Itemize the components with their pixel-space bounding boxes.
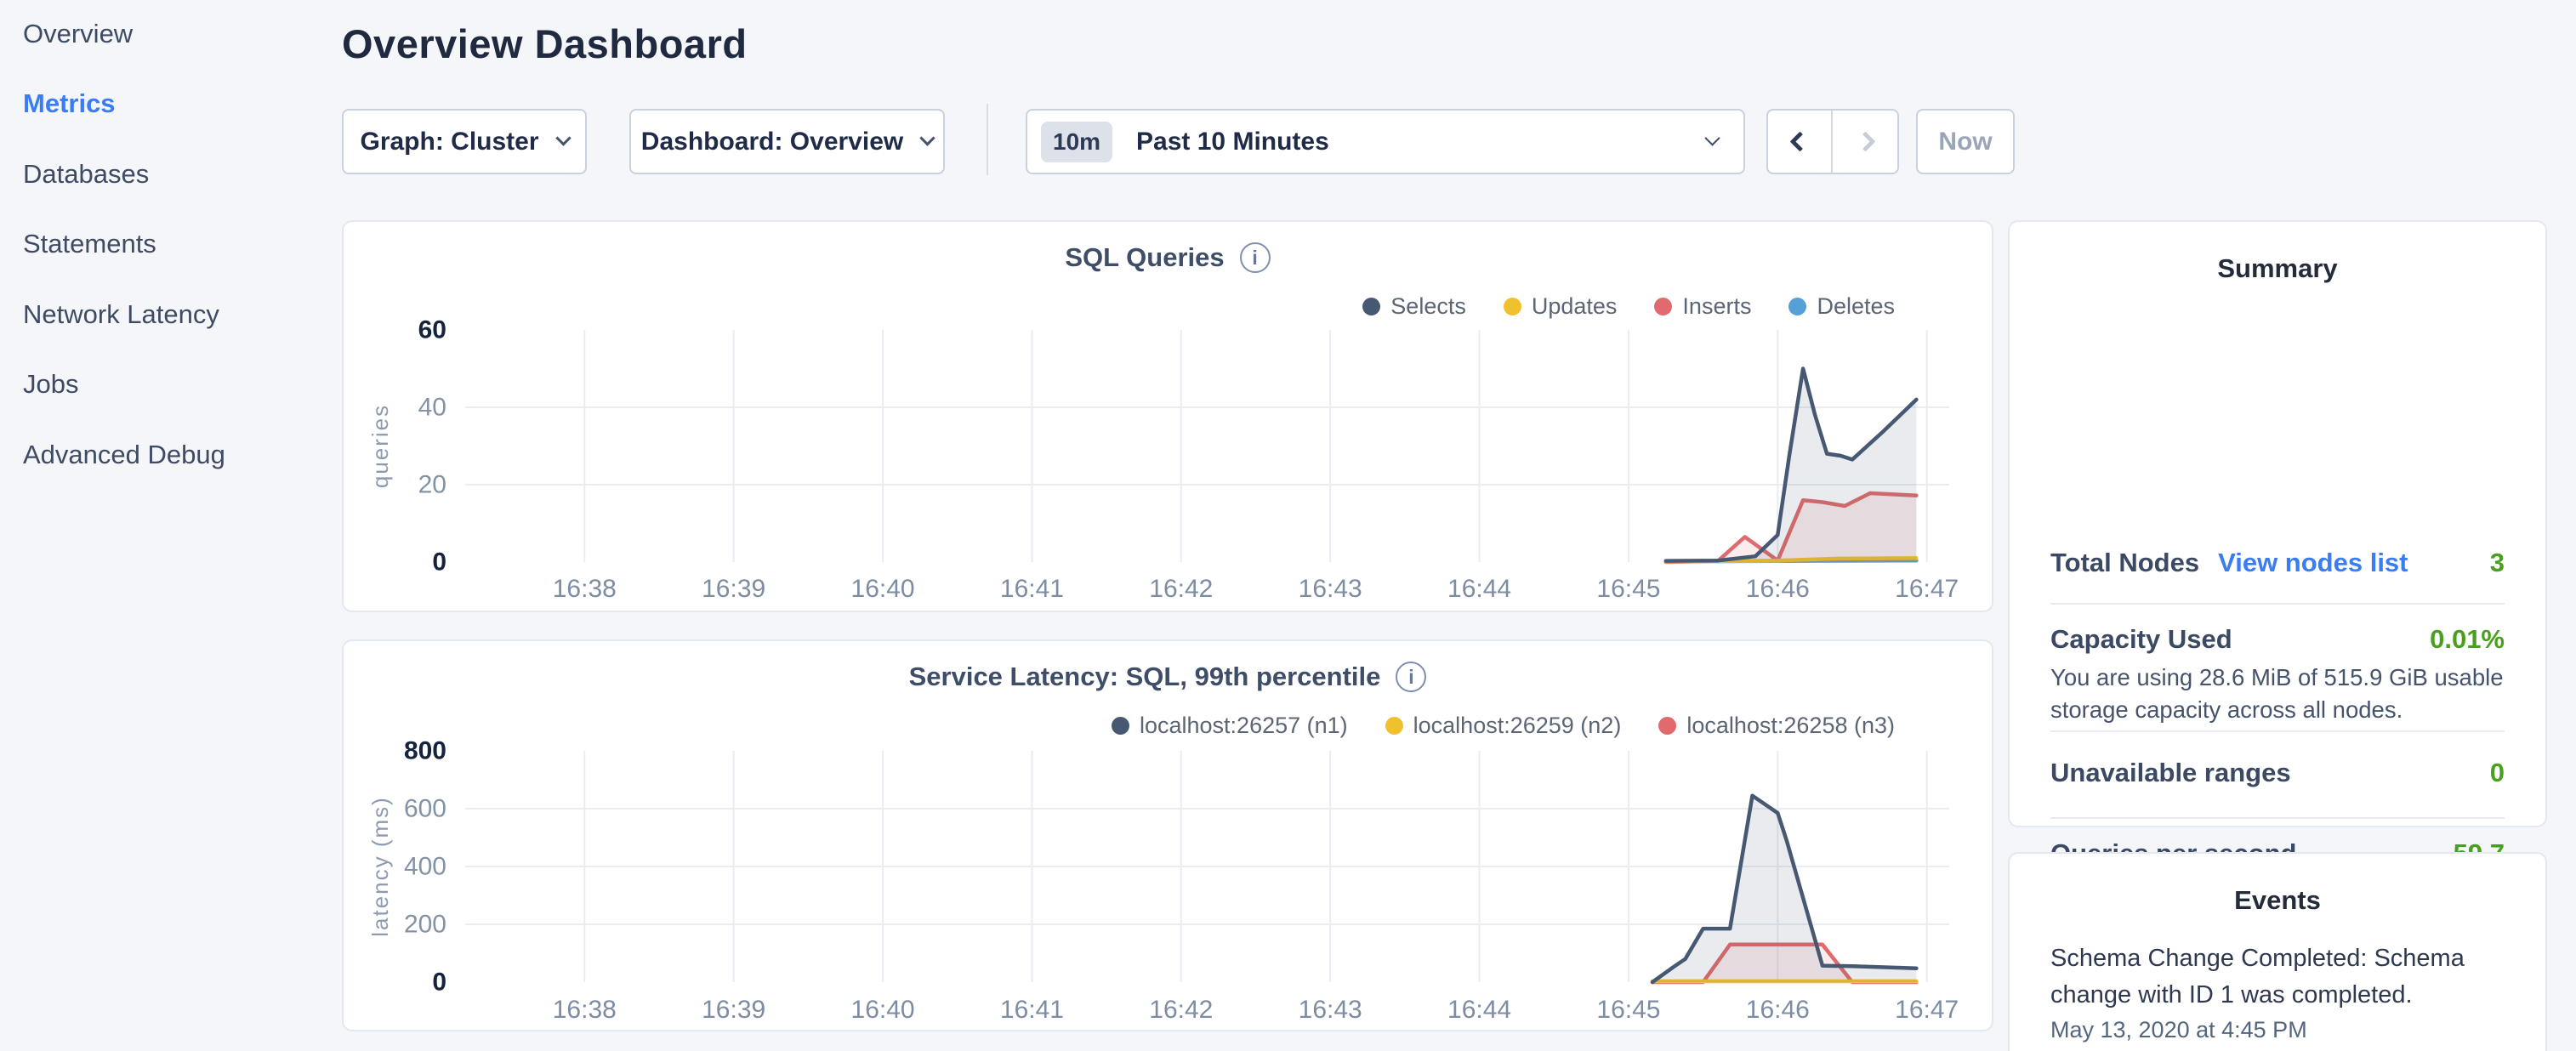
- svg-text:40: 40: [418, 394, 446, 422]
- svg-text:16:47: 16:47: [1895, 996, 1959, 1024]
- sql-queries-chart-card: SQL Queries i Selects Updates Inserts De…: [342, 220, 1993, 612]
- view-nodes-list-link[interactable]: View nodes list: [2218, 548, 2408, 578]
- svg-text:0: 0: [432, 969, 446, 997]
- svg-text:16:42: 16:42: [1149, 575, 1213, 603]
- dashboard-dropdown-label: Dashboard: Overview: [641, 128, 903, 156]
- svg-text:600: 600: [404, 795, 446, 823]
- summary-value: 0: [2490, 758, 2505, 788]
- event-message[interactable]: Schema Change Completed: Schema change w…: [2050, 940, 2508, 1014]
- summary-title: Summary: [2010, 253, 2545, 284]
- summary-row-capacity-used: Capacity Used 0.01%: [2050, 624, 2505, 655]
- svg-text:16:44: 16:44: [1447, 575, 1511, 603]
- svg-text:16:39: 16:39: [702, 996, 765, 1024]
- sidebar-item-statements[interactable]: Statements: [23, 225, 156, 263]
- sidebar: Overview Metrics Databases Statements Ne…: [0, 0, 340, 1051]
- event-timestamp: May 13, 2020 at 4:45 PM: [2050, 1017, 2307, 1043]
- svg-text:16:40: 16:40: [851, 575, 915, 603]
- svg-text:20: 20: [418, 471, 446, 499]
- svg-text:queries: queries: [367, 404, 393, 488]
- time-step-buttons: [1766, 109, 1899, 174]
- svg-text:16:43: 16:43: [1299, 996, 1362, 1024]
- svg-text:200: 200: [404, 911, 446, 939]
- divider: [2050, 603, 2505, 605]
- events-title: Events: [2010, 885, 2545, 916]
- svg-text:16:38: 16:38: [553, 575, 617, 603]
- dashboard-dropdown[interactable]: Dashboard: Overview: [629, 109, 945, 174]
- sidebar-item-advanced-debug[interactable]: Advanced Debug: [23, 436, 225, 474]
- controls-divider: [987, 104, 988, 175]
- overview-dashboard-page: { "sidebar": { "items": [ { "label": "Ov…: [0, 0, 2576, 1051]
- svg-text:0: 0: [432, 548, 446, 577]
- now-button-label: Now: [1938, 128, 1992, 156]
- chevron-left-icon: [1789, 131, 1810, 151]
- divider: [2050, 730, 2505, 732]
- summary-row-unavailable-ranges: Unavailable ranges 0: [2050, 758, 2505, 788]
- summary-label: Unavailable ranges: [2050, 758, 2291, 788]
- svg-text:16:40: 16:40: [851, 996, 915, 1024]
- sidebar-item-jobs[interactable]: Jobs: [23, 366, 78, 403]
- next-time-button[interactable]: [1833, 111, 1897, 173]
- previous-time-button[interactable]: [1768, 111, 1833, 173]
- svg-text:16:41: 16:41: [1000, 996, 1064, 1024]
- summary-panel: Summary Total Nodes View nodes list 3 Ca…: [2008, 220, 2547, 827]
- svg-text:latency (ms): latency (ms): [367, 796, 393, 937]
- sidebar-item-network-latency[interactable]: Network Latency: [23, 296, 219, 333]
- sidebar-item-metrics[interactable]: Metrics: [23, 85, 116, 122]
- svg-text:16:43: 16:43: [1299, 575, 1362, 603]
- service-latency-plot[interactable]: 0 200 400 600 800 16:38 16:39 16:40 16:41 16:42 16…: [344, 641, 1992, 1030]
- time-range-label: Past 10 Minutes: [1136, 128, 1329, 156]
- svg-text:16:47: 16:47: [1895, 575, 1959, 603]
- time-range-badge: 10m: [1041, 122, 1112, 162]
- chevron-down-icon: [920, 130, 935, 145]
- summary-label: Total Nodes: [2050, 548, 2199, 578]
- sidebar-item-databases[interactable]: Databases: [23, 156, 149, 193]
- svg-text:800: 800: [404, 737, 446, 765]
- svg-text:16:45: 16:45: [1596, 996, 1660, 1024]
- graph-scope-dropdown-label: Graph: Cluster: [360, 128, 538, 156]
- time-range-selector[interactable]: 10m Past 10 Minutes: [1026, 109, 1745, 174]
- chevron-right-icon: [1855, 131, 1875, 151]
- chevron-down-icon: [1704, 130, 1720, 145]
- divider: [2050, 817, 2505, 819]
- svg-text:16:42: 16:42: [1149, 996, 1213, 1024]
- summary-label: Capacity Used: [2050, 624, 2232, 655]
- svg-text:16:46: 16:46: [1746, 996, 1810, 1024]
- summary-value: 3: [2490, 548, 2505, 578]
- chevron-down-icon: [555, 130, 571, 145]
- svg-text:16:44: 16:44: [1447, 996, 1511, 1024]
- sidebar-item-overview[interactable]: Overview: [23, 15, 133, 53]
- events-panel: Events Schema Change Completed: Schema c…: [2008, 852, 2547, 1051]
- service-latency-chart-card: Service Latency: SQL, 99th percentile i …: [342, 639, 1993, 1031]
- graph-scope-dropdown[interactable]: Graph: Cluster: [342, 109, 587, 174]
- now-button[interactable]: Now: [1916, 109, 2015, 174]
- summary-value: 0.01%: [2430, 624, 2505, 655]
- svg-text:16:45: 16:45: [1596, 575, 1660, 603]
- svg-text:16:38: 16:38: [553, 996, 617, 1024]
- svg-text:60: 60: [418, 316, 446, 344]
- sql-queries-plot[interactable]: 0 20 40 60 16:38 16:39 16:40 16:41 16:42 16:43 16:…: [344, 222, 1992, 611]
- svg-text:16:46: 16:46: [1746, 575, 1810, 603]
- svg-text:16:39: 16:39: [702, 575, 765, 603]
- svg-text:16:41: 16:41: [1000, 575, 1064, 603]
- page-title: Overview Dashboard: [342, 20, 748, 67]
- summary-row-total-nodes: Total Nodes View nodes list 3: [2050, 548, 2505, 578]
- svg-text:400: 400: [404, 853, 446, 881]
- summary-subtext: You are using 28.6 MiB of 515.9 GiB usab…: [2050, 662, 2508, 726]
